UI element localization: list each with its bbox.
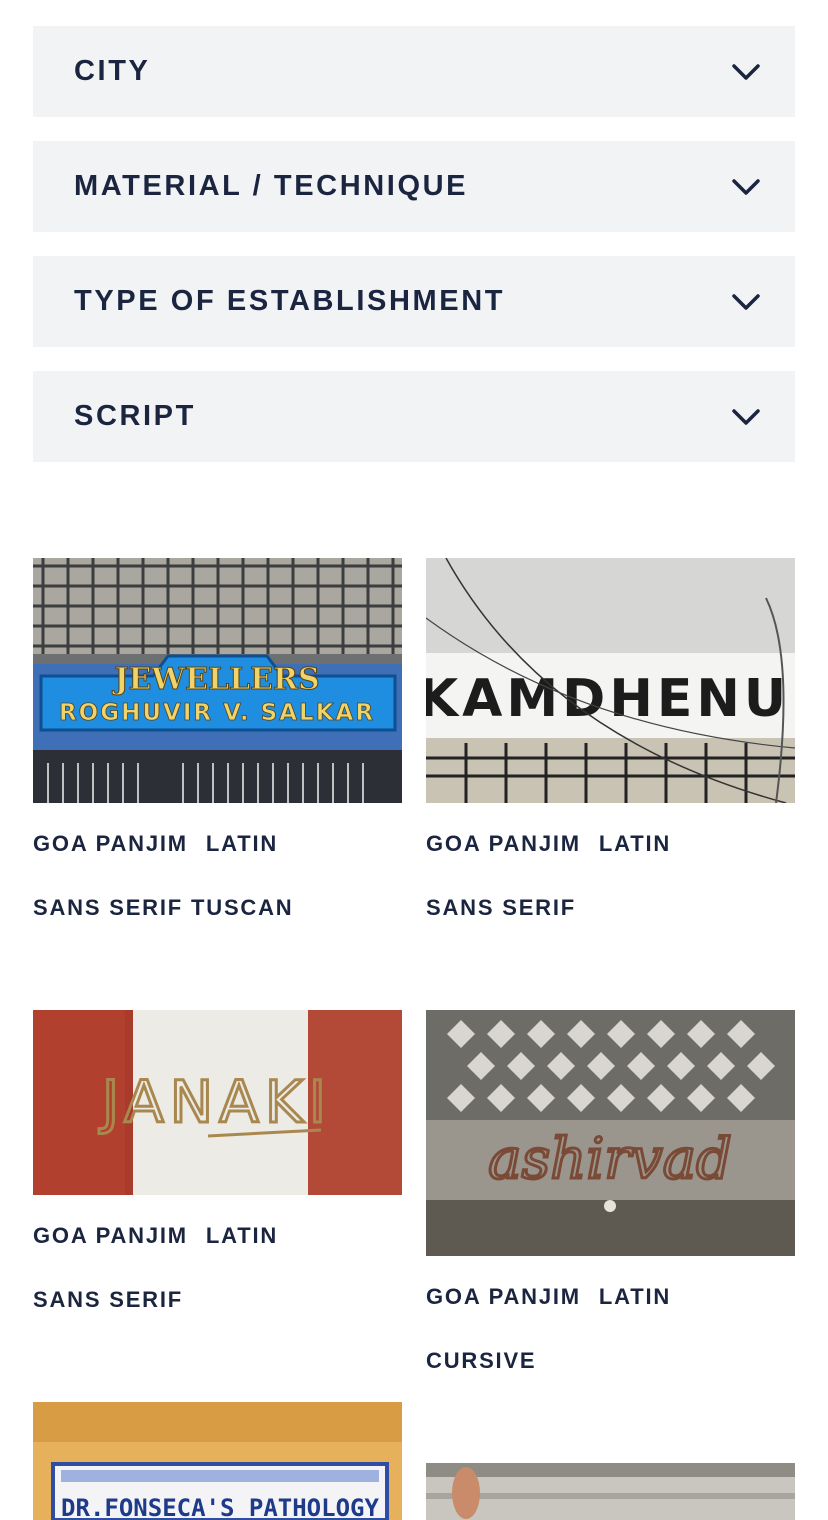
sign-card: JANAKI GOA PANJIM LATIN SANS SERIF bbox=[33, 1010, 402, 1313]
filter-label: TYPE OF ESTABLISHMENT bbox=[74, 285, 506, 317]
filter-city[interactable]: CITY bbox=[33, 26, 795, 117]
sign-photo[interactable] bbox=[426, 1463, 795, 1520]
tag-script[interactable]: LATIN bbox=[599, 831, 671, 857]
tag-city[interactable]: GOA PANJIM bbox=[33, 831, 188, 857]
sign-photo-text: DR.FONSECA'S PATHOLOGY bbox=[61, 1494, 379, 1520]
chevron-down-icon[interactable] bbox=[731, 177, 761, 197]
sign-card: JEWELLERS ROGHUVIR V. SALKAR GOA PANJIM … bbox=[33, 558, 402, 921]
tag-city[interactable]: GOA PANJIM bbox=[426, 1284, 581, 1310]
tag-style[interactable]: SANS SERIF bbox=[426, 895, 576, 921]
sign-card: KAMDHENU GOA PANJIM LATIN SANS SERIF bbox=[426, 558, 795, 921]
filter-type-of-establishment[interactable]: TYPE OF ESTABLISHMENT bbox=[33, 256, 795, 347]
tag-script[interactable]: LATIN bbox=[206, 831, 278, 857]
filter-label: SCRIPT bbox=[74, 400, 196, 432]
chevron-down-icon[interactable] bbox=[731, 292, 761, 312]
sign-photo[interactable]: JEWELLERS ROGHUVIR V. SALKAR bbox=[33, 558, 402, 803]
sign-photo-text: ROGHUVIR V. SALKAR bbox=[59, 700, 375, 726]
tag-style[interactable]: TUSCAN bbox=[191, 895, 293, 921]
sign-card bbox=[426, 1463, 795, 1520]
tag-script[interactable]: LATIN bbox=[599, 1284, 671, 1310]
tag-style[interactable]: SANS SERIF bbox=[33, 1287, 183, 1313]
tag-city[interactable]: GOA PANJIM bbox=[33, 1223, 188, 1249]
filter-script[interactable]: SCRIPT bbox=[33, 371, 795, 462]
sign-card: ashirvad GOA PANJIM LATIN CURSIVE bbox=[426, 1010, 795, 1374]
chevron-down-icon[interactable] bbox=[731, 407, 761, 427]
tag-style[interactable]: SANS SERIF bbox=[33, 895, 183, 921]
sign-photo[interactable]: DR.FONSECA'S PATHOLOGY bbox=[33, 1402, 402, 1520]
sign-photo[interactable]: JANAKI bbox=[33, 1010, 402, 1195]
sign-card: DR.FONSECA'S PATHOLOGY bbox=[33, 1402, 402, 1520]
filter-label: MATERIAL / TECHNIQUE bbox=[74, 170, 469, 202]
sign-photo-text: ashirvad bbox=[488, 1127, 732, 1192]
chevron-down-icon[interactable] bbox=[731, 62, 761, 82]
filter-material-technique[interactable]: MATERIAL / TECHNIQUE bbox=[33, 141, 795, 232]
filter-label: CITY bbox=[74, 55, 151, 87]
sign-photo-text: JANAKI bbox=[99, 1068, 332, 1136]
tag-city[interactable]: GOA PANJIM bbox=[426, 831, 581, 857]
sign-photo[interactable]: KAMDHENU bbox=[426, 558, 795, 803]
tag-script[interactable]: LATIN bbox=[206, 1223, 278, 1249]
sign-photo[interactable]: ashirvad bbox=[426, 1010, 795, 1256]
sign-photo-text: JEWELLERS bbox=[111, 662, 319, 697]
tag-style[interactable]: CURSIVE bbox=[426, 1348, 536, 1374]
sign-photo-text: KAMDHENU bbox=[426, 669, 790, 729]
